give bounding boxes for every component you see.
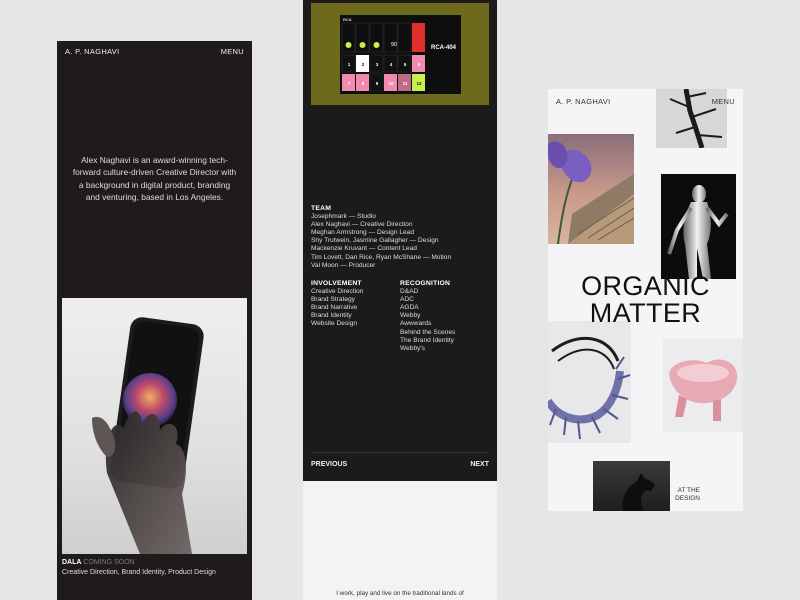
tile-number: 11	[402, 81, 408, 86]
spiky-sculpture-image[interactable]	[548, 321, 631, 443]
menu-button[interactable]: MENU	[221, 47, 244, 56]
recognition-item: Awwwards	[400, 320, 432, 328]
grid-value: 90	[391, 42, 398, 48]
next-link[interactable]: NEXT	[470, 461, 489, 468]
chrome-figure-image[interactable]	[661, 174, 736, 279]
hand-holding-phone-illustration	[92, 317, 204, 554]
portfolio-phone-middle: RCA 90 RCA-404 1 2 3 4 5 6 7 8 9 10 11 1…	[303, 0, 497, 600]
spiky-sculpture-graphic	[548, 336, 631, 440]
grid-label: RCA	[343, 17, 352, 22]
brand-logo[interactable]: A. P. NAGHAVI	[556, 97, 610, 106]
involvement-item: Brand Narrative	[311, 304, 358, 312]
menu-button[interactable]: MENU	[712, 97, 735, 106]
project-hero-image: RCA 90 RCA-404 1 2 3 4 5 6 7 8 9 10 11 1…	[311, 3, 489, 105]
tile-number: 6	[417, 62, 421, 67]
project-image-phone-in-hand[interactable]	[62, 298, 247, 554]
bio-text: Alex Naghavi is an award-winning tech-fo…	[72, 155, 237, 203]
tile-number: 7	[347, 81, 351, 86]
tile-number: 8	[361, 81, 365, 86]
involvement-item: Brand Strategy	[311, 296, 355, 304]
tile-number: 2	[361, 62, 365, 67]
recognition-item: ADC	[400, 296, 414, 304]
horse-image[interactable]	[593, 461, 670, 511]
tile-number: 4	[389, 62, 393, 67]
portfolio-phone-right: A. P. NAGHAVI MENU ORGANIC MATTER AT THE…	[548, 89, 743, 511]
tile-number: 10	[388, 81, 394, 86]
tile-number: 1	[347, 62, 351, 67]
team-member: Val Moon — Producer	[311, 261, 376, 269]
rca-grid-ui: RCA 90 RCA-404 1 2 3 4 5 6 7 8 9 10 11 1…	[340, 15, 461, 94]
brand-logo[interactable]: A. P. NAGHAVI	[65, 47, 119, 56]
project-caption[interactable]: DALA COMING SOON Creative Direction, Bra…	[62, 558, 216, 577]
recognition-item: The Brand Identity	[400, 336, 454, 344]
project-name: DALA	[62, 559, 82, 566]
previous-link[interactable]: PREVIOUS	[311, 461, 347, 468]
project-tags: Creative Direction, Brand Identity, Prod…	[62, 568, 216, 576]
tile-number: 3	[375, 62, 379, 67]
team-member: Josephmark — Studio	[311, 213, 376, 221]
recognition-item: AGDA	[400, 304, 419, 312]
team-member: Meghan Armstrong — Design Lead	[311, 229, 414, 237]
recognition-item: Webby's	[400, 344, 425, 352]
team-member: Mackenzie Kruvant — Content Lead	[311, 245, 417, 253]
team-heading: TEAM	[311, 205, 332, 212]
team-list: Josephmark — Studio Alex Naghavi — Creat…	[311, 213, 451, 270]
team-credits: TEAM Josephmark — Studio Alex Naghavi — …	[311, 205, 451, 270]
involvement-item: Brand Identity	[311, 312, 352, 320]
title-line-2: MATTER	[589, 298, 702, 328]
grid-code: RCA-404	[431, 45, 457, 51]
horse-graphic	[622, 473, 655, 511]
flowers-building-graphic	[548, 141, 634, 244]
involvement-item: Creative Direction	[311, 288, 364, 296]
pink-bowl-graphic	[669, 359, 738, 421]
tile-number: 12	[416, 81, 422, 86]
project-details: INVOLVEMENT Creative Direction Brand Str…	[311, 280, 489, 353]
recognition-item: Webby	[400, 312, 421, 320]
acknowledgement-text: I work, play and live on the traditional…	[336, 590, 464, 597]
pink-bowl-image[interactable]	[663, 339, 743, 432]
recognition-heading: RECOGNITION	[400, 280, 451, 287]
team-member: Alex Naghavi — Creative Direction	[311, 221, 413, 229]
recognition-item: D&AD	[400, 288, 419, 296]
footer: I work, play and live on the traditional…	[303, 481, 497, 600]
top-bar: A. P. NAGHAVI MENU	[556, 97, 735, 106]
project-status: COMING SOON	[83, 559, 135, 566]
involvement-item: Website Design	[311, 320, 358, 328]
involvement-heading: INVOLVEMENT	[311, 280, 362, 287]
team-member: Shy Trutwein, Jasmine Gallagher — Design	[311, 237, 439, 245]
recognition-item: Behind the Scenes	[400, 328, 456, 336]
grid-tile-numbers: 1 2 3 4 5 6 7 8 9 10 11 12	[342, 55, 426, 93]
involvement-column: INVOLVEMENT Creative Direction Brand Str…	[311, 280, 400, 353]
portfolio-phone-left: A. P. NAGHAVI MENU Alex Naghavi is an aw…	[57, 41, 252, 600]
divider	[311, 452, 489, 453]
page-title: ORGANIC MATTER	[548, 273, 743, 327]
project-pagination: PREVIOUS NEXT	[311, 461, 489, 468]
tile-number: 9	[375, 81, 379, 86]
flowers-building-image[interactable]	[548, 134, 634, 244]
tile-number: 5	[403, 62, 407, 67]
chrome-figure-graphic	[667, 185, 729, 279]
team-member: Tim Lovett, Dan Rice, Ryan McShane — Mot…	[311, 253, 452, 261]
top-bar: A. P. NAGHAVI MENU	[65, 47, 244, 56]
recognition-column: RECOGNITION D&AD ADC AGDA Webby Awwwards…	[400, 280, 489, 353]
title-line-1: ORGANIC	[581, 271, 710, 301]
